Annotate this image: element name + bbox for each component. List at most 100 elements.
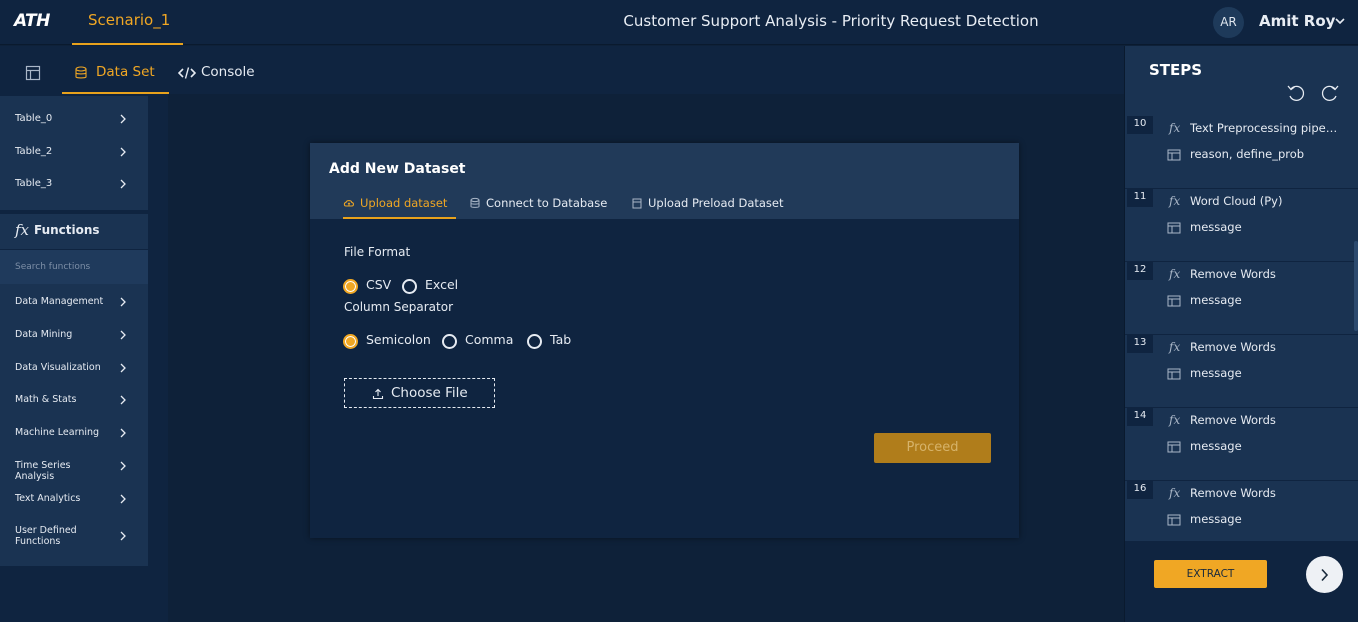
cloud-upload-icon	[343, 200, 354, 207]
table-item-label: Table_2	[15, 146, 53, 157]
radio-comma[interactable]	[442, 334, 457, 349]
proceed-button[interactable]: Proceed	[874, 433, 991, 463]
radio-comma-label[interactable]: Comma	[465, 332, 513, 347]
chevron-down-icon[interactable]	[1334, 15, 1346, 27]
layout-grid-icon[interactable]	[25, 65, 41, 81]
function-category-label: User Defined Functions	[15, 525, 77, 547]
steps-footer: EXTRACT	[1125, 541, 1358, 622]
page-title: Customer Support Analysis - Priority Req…	[623, 12, 1039, 30]
column-icon	[1167, 149, 1181, 161]
step-item[interactable]: 13 fx Remove Words message	[1125, 335, 1358, 408]
column-icon	[1167, 222, 1181, 234]
radio-excel-label[interactable]: Excel	[425, 277, 458, 292]
function-category-label: Machine Learning	[15, 427, 100, 438]
step-function-name: Text Preprocessing pipeline	[1190, 121, 1338, 135]
steps-title: STEPS	[1149, 61, 1203, 79]
column-icon	[1167, 368, 1181, 380]
radio-excel[interactable]	[402, 279, 417, 294]
chevron-right-icon	[120, 428, 126, 438]
function-icon: fx	[1169, 267, 1181, 281]
tab-console[interactable]: Console	[178, 46, 268, 94]
chevron-right-icon	[120, 147, 126, 157]
step-column: message	[1190, 220, 1242, 234]
column-icon	[1167, 441, 1181, 453]
workspace-tabs: Data Set Console	[0, 46, 1124, 94]
table-item[interactable]: Table_0	[0, 104, 148, 134]
tab-scenario[interactable]: Scenario_1	[72, 0, 183, 45]
radio-semicolon[interactable]	[343, 334, 358, 349]
app-logo[interactable]: ATH	[14, 11, 50, 31]
chevron-right-icon	[120, 297, 126, 307]
user-name[interactable]: Amit Roy	[1259, 12, 1335, 30]
step-function-name: Word Cloud (Py)	[1190, 194, 1283, 208]
top-bar: ATH Scenario_1 Customer Support Analysis…	[0, 0, 1358, 45]
tab-connect-database[interactable]: Connect to Database	[469, 191, 614, 219]
table-item[interactable]: Table_3	[0, 169, 148, 199]
chevron-right-icon	[120, 330, 126, 340]
avatar[interactable]: AR	[1213, 7, 1244, 38]
redo-icon[interactable]	[1319, 83, 1341, 103]
radio-csv[interactable]	[343, 279, 358, 294]
file-icon	[632, 198, 642, 209]
function-category-item[interactable]: User Defined Functions	[0, 517, 148, 555]
dialog-header: Add New Dataset Upload dataset Connect t…	[310, 143, 1019, 219]
tab-upload-dataset[interactable]: Upload dataset	[343, 191, 456, 219]
column-icon	[1167, 514, 1181, 526]
function-icon: fx	[15, 221, 30, 239]
tab-connect-database-label: Connect to Database	[486, 196, 608, 210]
choose-file-label: Choose File	[391, 385, 468, 401]
step-item[interactable]: 10 fx Text Preprocessing pipeline reason…	[1125, 116, 1358, 189]
step-column: message	[1190, 366, 1242, 380]
step-column: reason, define_prob	[1190, 147, 1305, 161]
undo-icon[interactable]	[1285, 83, 1307, 103]
tab-data-set-label: Data Set	[96, 64, 155, 80]
database-icon	[470, 197, 480, 208]
radio-tab-label[interactable]: Tab	[550, 332, 571, 347]
radio-csv-label[interactable]: CSV	[366, 277, 391, 292]
function-category-item[interactable]: Data Visualization	[0, 353, 148, 383]
step-item[interactable]: 12 fx Remove Words message	[1125, 262, 1358, 335]
chevron-right-icon	[120, 461, 126, 471]
next-button[interactable]	[1306, 556, 1343, 593]
step-number: 13	[1127, 335, 1153, 353]
upload-icon	[372, 388, 384, 400]
function-category-label: Data Mining	[15, 329, 73, 340]
tab-upload-dataset-label: Upload dataset	[360, 196, 448, 210]
function-category-label: Math & Stats	[15, 394, 77, 405]
step-column: message	[1190, 512, 1242, 526]
functions-header[interactable]: fx Functions	[0, 214, 148, 250]
chevron-right-icon	[120, 179, 126, 189]
tab-data-set[interactable]: Data Set	[62, 46, 169, 94]
step-function-name: Remove Words	[1190, 486, 1276, 500]
function-category-item[interactable]: Machine Learning	[0, 418, 148, 448]
function-category-item[interactable]: Math & Stats	[0, 385, 148, 415]
step-number: 10	[1127, 116, 1153, 134]
step-column: message	[1190, 439, 1242, 453]
step-item[interactable]: 11 fx Word Cloud (Py) message	[1125, 189, 1358, 262]
steps-scrollbar[interactable]	[1354, 241, 1358, 331]
file-format-label: File Format	[344, 245, 411, 259]
step-number: 11	[1127, 189, 1153, 207]
step-item[interactable]: 14 fx Remove Words message	[1125, 408, 1358, 481]
function-icon: fx	[1169, 486, 1181, 500]
function-category-item[interactable]: Time Series Analysis	[0, 451, 148, 482]
left-sidebar: Table_0 Table_2 Table_3 fx Functions Dat…	[0, 94, 168, 622]
dialog-title: Add New Dataset	[329, 161, 466, 177]
functions-title: Functions	[34, 223, 100, 237]
function-category-item[interactable]: Text Analytics	[0, 484, 148, 514]
function-category-item[interactable]: Data Mining	[0, 320, 148, 350]
radio-tab[interactable]	[527, 334, 542, 349]
table-item[interactable]: Table_2	[0, 137, 148, 167]
radio-semicolon-label[interactable]: Semicolon	[366, 332, 431, 347]
database-icon	[75, 66, 87, 79]
steps-panel: STEPS 10 fx Text Preprocessing pipeline …	[1124, 46, 1358, 622]
function-category-item[interactable]: Data Management	[0, 287, 148, 317]
search-functions-input[interactable]	[0, 250, 148, 284]
tab-upload-preload-dataset[interactable]: Upload Preload Dataset	[631, 191, 791, 219]
table-item-label: Table_3	[15, 178, 53, 189]
step-number: 14	[1127, 408, 1153, 426]
extract-button[interactable]: EXTRACT	[1154, 560, 1267, 588]
functions-panel: fx Functions Data Management Data Mining…	[0, 214, 148, 566]
step-function-name: Remove Words	[1190, 413, 1276, 427]
choose-file-button[interactable]: Choose File	[344, 378, 495, 408]
